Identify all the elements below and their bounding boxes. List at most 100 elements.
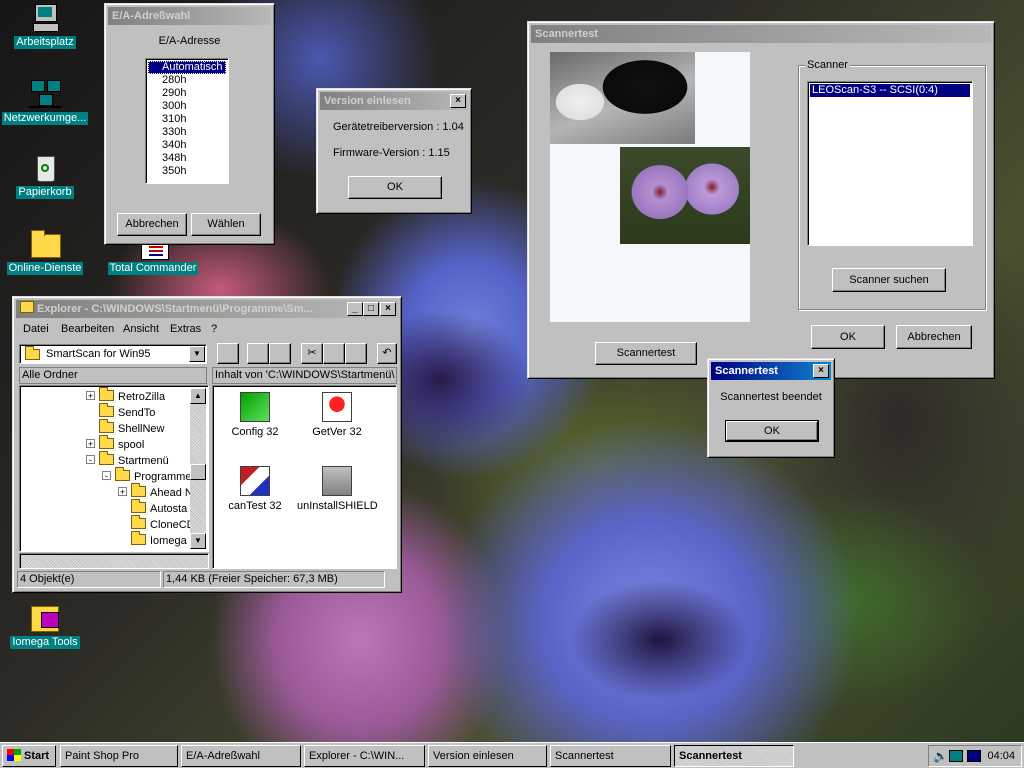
scroll-thumb[interactable] xyxy=(190,464,206,480)
ea-option[interactable]: 310h xyxy=(148,113,226,126)
scroll-up-icon[interactable]: ▲ xyxy=(190,388,206,404)
ea-option[interactable]: 290h xyxy=(148,87,226,100)
ea-option[interactable]: 340h xyxy=(148,139,226,152)
tree-expander-icon[interactable]: - xyxy=(86,455,95,465)
ea-option[interactable]: 300h xyxy=(148,100,226,113)
done-ok-button[interactable]: OK xyxy=(725,420,819,442)
tree-expander-icon[interactable]: - xyxy=(102,471,111,481)
taskbar-button-label: Scannertest xyxy=(555,750,614,762)
desktop-icon-label: Total Commander xyxy=(107,262,199,275)
tree-item-label: spool xyxy=(118,439,145,451)
menu-ansicht[interactable]: Ansicht xyxy=(123,321,159,337)
ea-option[interactable]: Automatisch xyxy=(148,61,226,74)
explorer-app-icon xyxy=(20,301,34,313)
explorer-titlebar[interactable]: Explorer - C:\WINDOWS\Startmenü\Programm… xyxy=(16,300,398,318)
address-combobox[interactable]: SmartScan for Win95 ▼ xyxy=(19,344,207,364)
disconnect-drive-icon[interactable] xyxy=(269,343,291,364)
up-folder-icon[interactable] xyxy=(217,343,239,364)
tree-item[interactable]: + spool xyxy=(86,435,145,453)
scroll-down-icon[interactable]: ▼ xyxy=(190,533,206,549)
ea-option[interactable]: 348h xyxy=(148,152,226,165)
tree-item-label: Startmenü xyxy=(118,455,169,467)
desktop-icon-label: Netzwerkumge... xyxy=(1,112,89,125)
scanner-list-item[interactable]: LEOScan-S3 -- SCSI(0:4) xyxy=(810,84,970,97)
scanner-cancel-button[interactable]: Abbrechen xyxy=(896,325,972,349)
taskbar-button[interactable]: Paint Shop Pro xyxy=(60,745,178,767)
config-icon xyxy=(240,392,270,422)
tree-expander-icon[interactable]: + xyxy=(86,439,95,449)
explorer-window: Explorer - C:\WINDOWS\Startmenü\Programm… xyxy=(12,296,402,593)
done-close-icon[interactable]: × xyxy=(813,364,829,378)
file-item[interactable]: GetVer 32 xyxy=(297,390,377,438)
tree-hscrollbar[interactable] xyxy=(19,553,209,569)
tree-item[interactable]: ShellNew xyxy=(86,419,164,437)
scannertest-done-dialog: Scannertest × Scannertest beendet OK xyxy=(707,358,835,458)
tree-scrollbar[interactable]: ▲ ▼ xyxy=(190,388,206,549)
ea-select-button[interactable]: Wählen xyxy=(191,213,261,236)
taskbar-button[interactable]: E/A-Adreßwahl xyxy=(181,745,301,767)
taskbar-button[interactable]: Version einlesen xyxy=(428,745,547,767)
desktop-icon-network[interactable]: Netzwerkumge... xyxy=(0,78,90,125)
desktop-icon-label: Papierkorb xyxy=(16,186,74,199)
desktop-icon-recycle-bin[interactable]: Papierkorb xyxy=(0,152,90,199)
scantest-button[interactable]: Scannertest xyxy=(595,342,697,365)
version-close-icon[interactable]: × xyxy=(450,94,466,108)
tree-item[interactable]: CloneCD xyxy=(118,515,195,533)
version-dialog-titlebar[interactable]: Version einlesen xyxy=(320,92,468,110)
desktop-icon-online-services[interactable]: Online-Dienste xyxy=(0,228,90,275)
file-view[interactable]: Config 32 GetVer 32 canTest 32 unInstallSHI… xyxy=(212,385,397,569)
paste-icon[interactable] xyxy=(345,343,367,364)
scannertest-titlebar[interactable]: Scannertest xyxy=(531,25,991,43)
ea-option[interactable]: 350h xyxy=(148,165,226,178)
network-tray-icon[interactable] xyxy=(949,750,963,762)
ea-address-list[interactable]: Automatisch 280h 290h 300h 310h 330h 340h 348h 3… xyxy=(145,58,229,184)
folder-icon xyxy=(131,483,146,497)
map-drive-icon[interactable] xyxy=(247,343,269,364)
tree-item[interactable]: Iomega xyxy=(118,531,187,549)
undo-icon[interactable]: ↶ xyxy=(377,343,397,364)
tree-item[interactable]: - Programme xyxy=(102,467,191,485)
folder-icon xyxy=(99,419,114,433)
menu-datei[interactable]: Datei xyxy=(23,321,49,337)
tree-item-label: Iomega xyxy=(150,535,187,547)
desktop-icon-iomega-tools[interactable]: Iomega Tools xyxy=(0,602,90,649)
tree-item[interactable]: Autosta xyxy=(118,499,187,517)
ea-option[interactable]: 280h xyxy=(148,74,226,87)
file-item-label: unInstallSHIELD xyxy=(297,500,378,512)
file-item[interactable]: canTest 32 xyxy=(215,464,295,512)
close-icon[interactable]: × xyxy=(380,302,396,316)
file-item[interactable]: unInstallSHIELD xyxy=(297,464,378,512)
menu-bearbeiten[interactable]: Bearbeiten xyxy=(61,321,114,337)
ea-dialog-titlebar[interactable]: E/A-Adreßwahl xyxy=(108,7,271,25)
clock[interactable]: 04:04 xyxy=(987,749,1015,763)
monitor-icon[interactable] xyxy=(967,750,981,762)
tree-expander-icon[interactable]: + xyxy=(118,487,127,497)
minimize-icon[interactable]: _ xyxy=(347,302,363,316)
tree-item[interactable]: SendTo xyxy=(86,403,155,421)
copy-icon[interactable] xyxy=(323,343,345,364)
taskbar-button[interactable]: Scannertest xyxy=(674,745,794,767)
ea-cancel-button[interactable]: Abbrechen xyxy=(117,213,187,236)
desktop-icon-my-computer[interactable]: Arbeitsplatz xyxy=(0,2,90,49)
scanner-list[interactable]: LEOScan-S3 -- SCSI(0:4) xyxy=(807,81,973,246)
folder-tree[interactable]: + RetroZilla SendTo ShellNew + spool - Startmen… xyxy=(19,385,209,552)
tree-item[interactable]: - Startmenü xyxy=(86,451,169,469)
scanner-search-button[interactable]: Scanner suchen xyxy=(832,268,946,292)
menu-help[interactable]: ? xyxy=(211,321,217,337)
file-item[interactable]: Config 32 xyxy=(215,390,295,438)
taskbar-button[interactable]: Explorer - C:\WIN... xyxy=(304,745,425,767)
cut-icon[interactable]: ✂ xyxy=(301,343,323,364)
tree-item[interactable]: + RetroZilla xyxy=(86,387,165,405)
version-ok-button[interactable]: OK xyxy=(348,176,442,199)
taskbar-button[interactable]: Scannertest xyxy=(550,745,671,767)
ea-option[interactable]: 330h xyxy=(148,126,226,139)
tree-item[interactable]: + Ahead N xyxy=(118,483,193,501)
menu-extras[interactable]: Extras xyxy=(170,321,201,337)
maximize-icon[interactable]: □ xyxy=(363,302,379,316)
tree-expander-icon[interactable]: + xyxy=(86,391,95,401)
start-button[interactable]: Start xyxy=(2,745,56,767)
chevron-down-icon[interactable]: ▼ xyxy=(189,346,205,362)
taskbar-button-label: Paint Shop Pro xyxy=(65,750,139,762)
speaker-icon[interactable]: 🔈 xyxy=(933,749,948,763)
scanner-ok-button[interactable]: OK xyxy=(811,325,885,349)
